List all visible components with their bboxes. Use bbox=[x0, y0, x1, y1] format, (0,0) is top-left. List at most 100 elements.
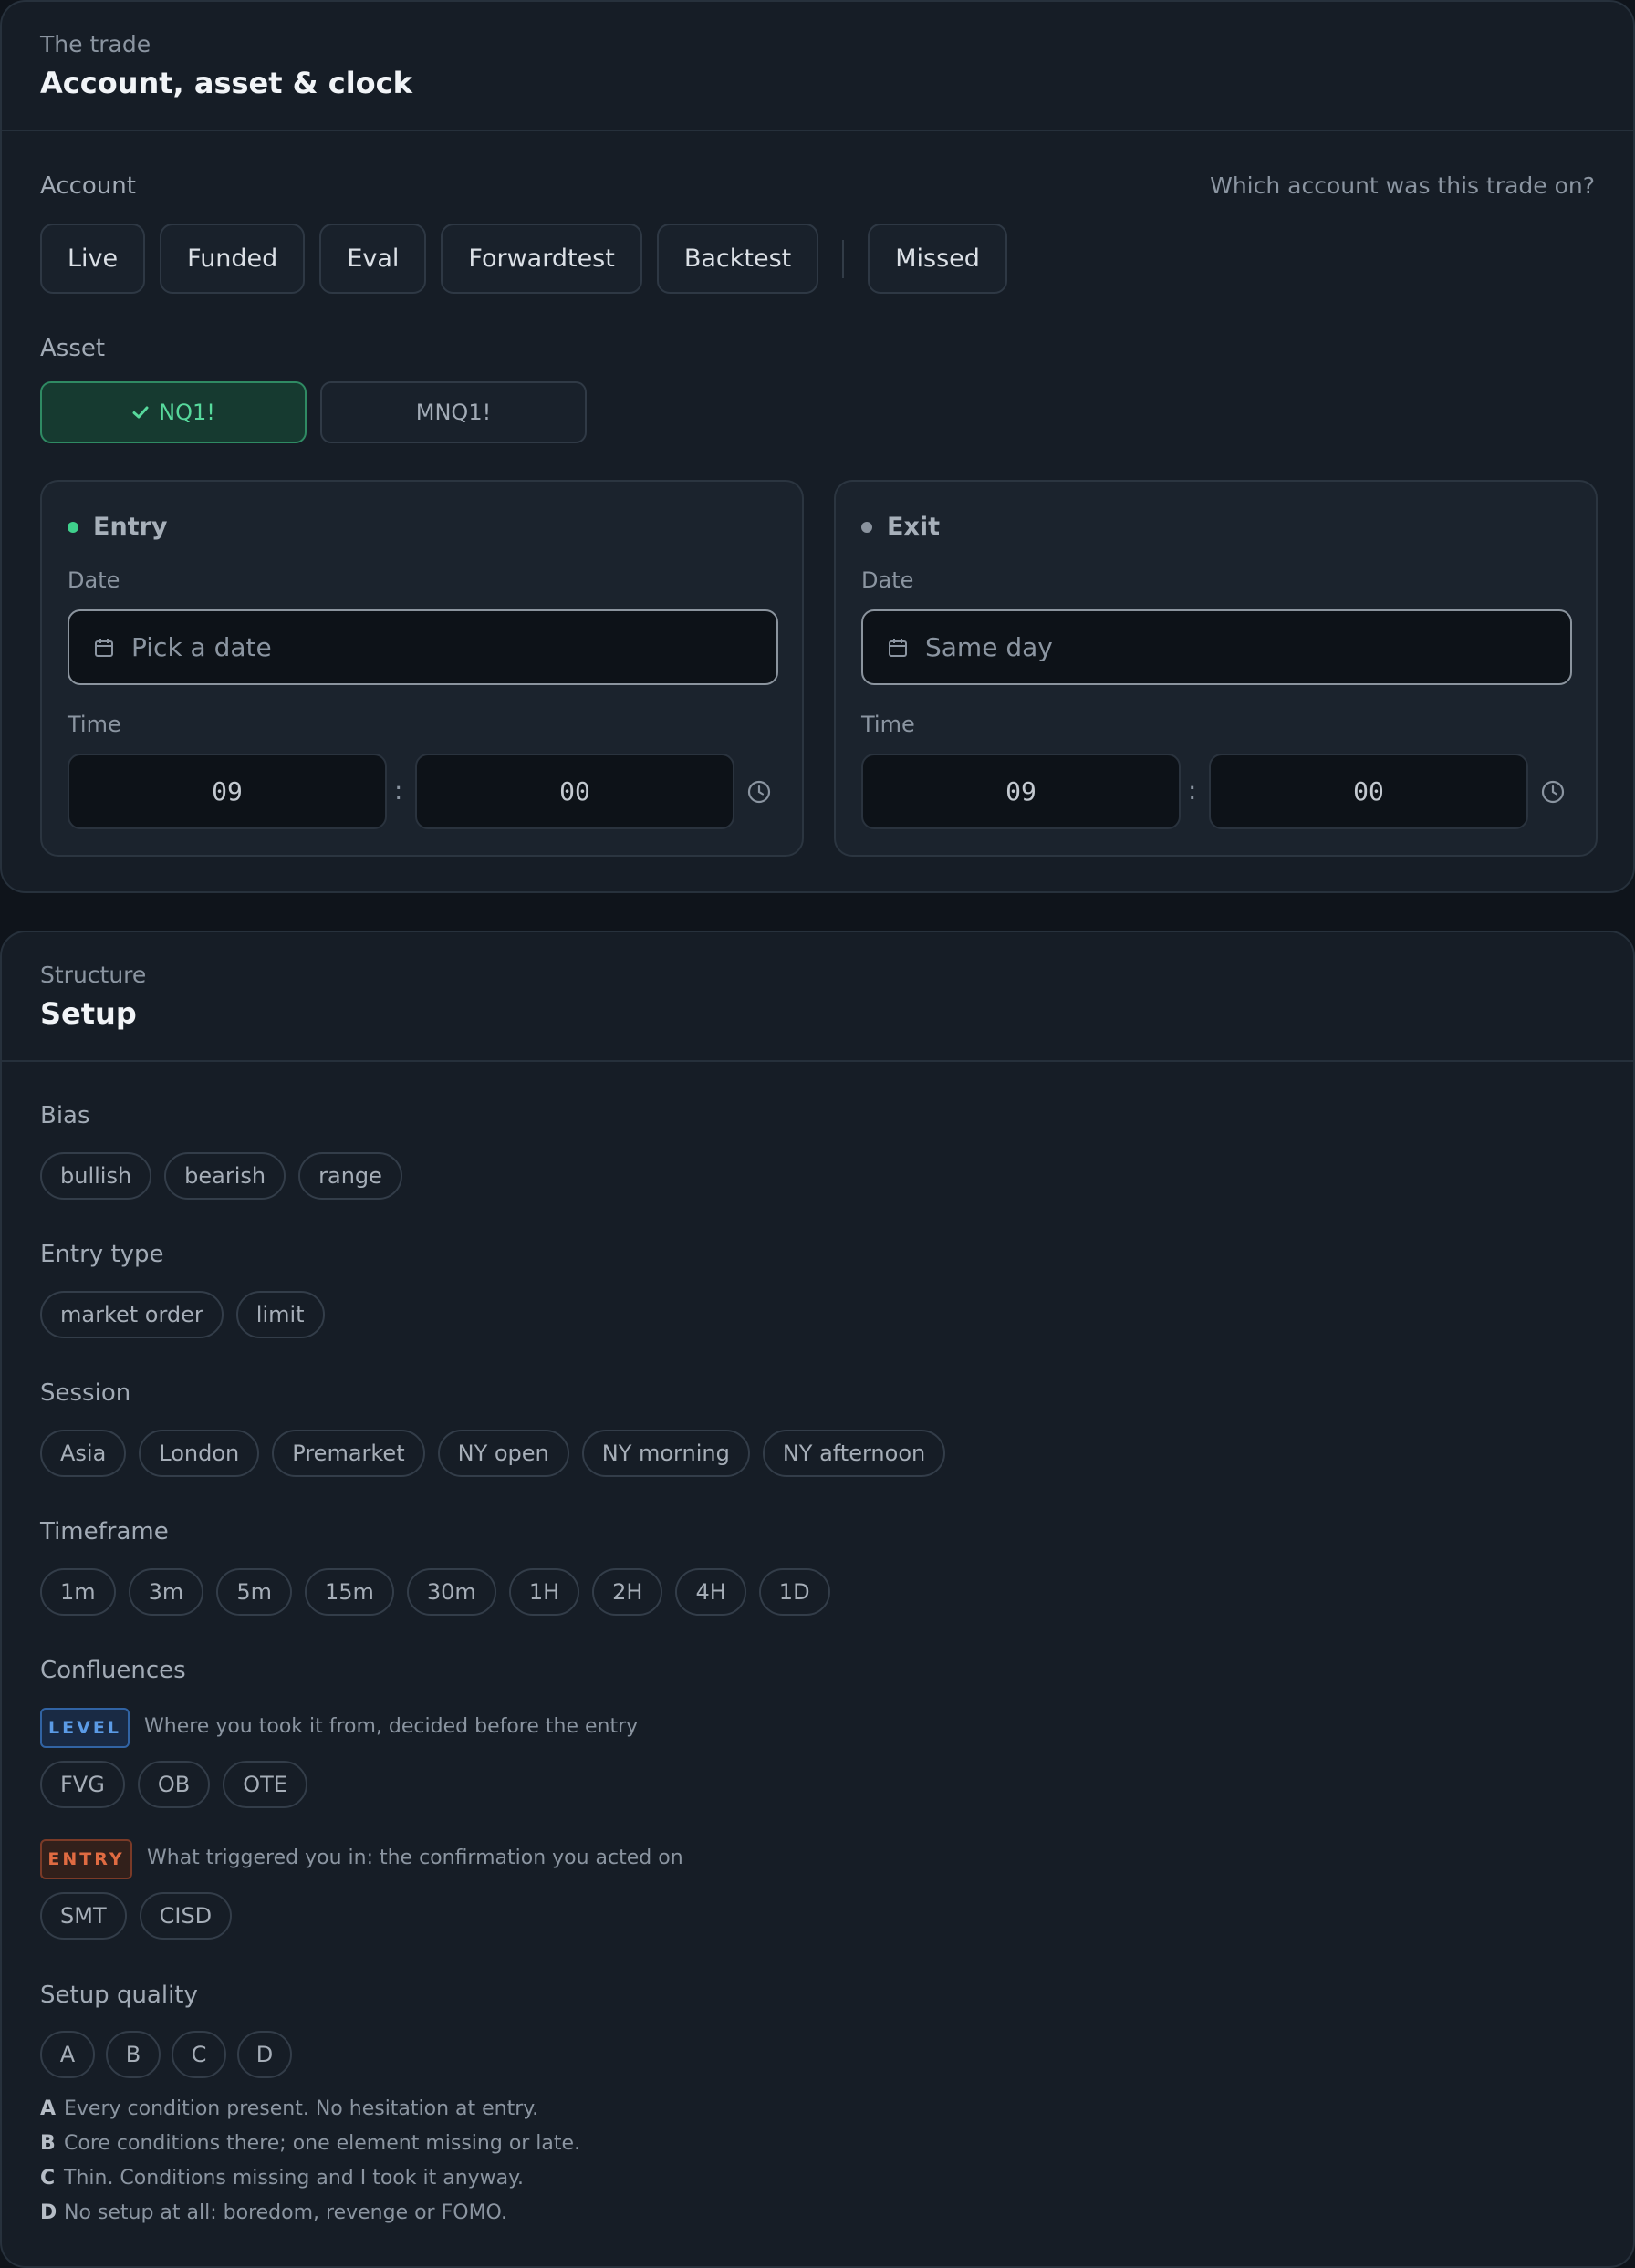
timeframe-label: Timeframe bbox=[40, 1518, 169, 1545]
entry-hour-input[interactable]: 09 bbox=[68, 754, 387, 829]
asset-label: Asset bbox=[40, 335, 106, 362]
clock-icon[interactable] bbox=[746, 779, 772, 805]
level-options: FVG OB OTE bbox=[40, 1761, 320, 1808]
session-premarket-chip[interactable]: Premarket bbox=[272, 1430, 425, 1477]
entry-type-market-order-chip[interactable]: market order bbox=[40, 1291, 224, 1338]
entry-panel: Entry Date Pick a date Time 09 : 00 bbox=[40, 480, 804, 857]
trade-card-header: The trade Account, asset & clock bbox=[2, 2, 1633, 131]
trade-title: Account, asset & clock bbox=[40, 66, 412, 100]
session-options: Asia London Premarket NY open NY morning… bbox=[40, 1430, 958, 1477]
timeframe-options: 1m 3m 5m 15m 30m 1H 2H 4H 1D bbox=[40, 1568, 843, 1616]
entry-minute-input[interactable]: 00 bbox=[415, 754, 734, 829]
account-funded-button[interactable]: Funded bbox=[160, 224, 306, 294]
trade-eyebrow: The trade bbox=[40, 31, 151, 57]
timeframe-2h-chip[interactable]: 2H bbox=[592, 1568, 663, 1616]
session-london-chip[interactable]: London bbox=[139, 1430, 260, 1477]
level-tag: LEVEL bbox=[40, 1708, 130, 1748]
entry-date-placeholder: Pick a date bbox=[131, 632, 272, 662]
account-label: Account bbox=[40, 172, 136, 200]
entry-trigger-description: What triggered you in: the confirmation … bbox=[147, 1847, 683, 1869]
setup-quality-label: Setup quality bbox=[40, 1982, 198, 2009]
quality-legend-key: C bbox=[40, 2167, 56, 2190]
level-ote-chip[interactable]: OTE bbox=[223, 1761, 307, 1808]
entry-type-options: market order limit bbox=[40, 1291, 338, 1338]
check-icon bbox=[132, 406, 149, 419]
timeframe-1m-chip[interactable]: 1m bbox=[40, 1568, 116, 1616]
bias-bearish-chip[interactable]: bearish bbox=[164, 1152, 286, 1200]
session-asia-chip[interactable]: Asia bbox=[40, 1430, 127, 1477]
quality-legend-item: A Every condition present. No hesitation… bbox=[40, 2097, 538, 2120]
exit-hour-input[interactable]: 09 bbox=[861, 754, 1181, 829]
setup-card-header: Structure Setup bbox=[2, 932, 1633, 1062]
account-eval-button[interactable]: Eval bbox=[319, 224, 427, 294]
entry-time-separator: : bbox=[394, 775, 403, 806]
quality-legend-item: C Thin. Conditions missing and I took it… bbox=[40, 2167, 524, 2190]
level-fvg-chip[interactable]: FVG bbox=[40, 1761, 125, 1808]
session-ny-open-chip[interactable]: NY open bbox=[437, 1430, 569, 1477]
setup-eyebrow: Structure bbox=[40, 962, 147, 988]
account-backtest-button[interactable]: Backtest bbox=[656, 224, 819, 294]
timeframe-15m-chip[interactable]: 15m bbox=[304, 1568, 394, 1616]
session-label: Session bbox=[40, 1379, 131, 1407]
quality-legend-text: No setup at all: boredom, revenge or FOM… bbox=[64, 2201, 507, 2224]
timeframe-1d-chip[interactable]: 1D bbox=[758, 1568, 830, 1616]
quality-legend-key: A bbox=[40, 2097, 57, 2120]
level-description: Where you took it from, decided before t… bbox=[144, 1715, 639, 1738]
entry-title: Entry bbox=[93, 513, 168, 541]
account-helper: Which account was this trade on? bbox=[1210, 172, 1595, 199]
exit-minute-input[interactable]: 00 bbox=[1209, 754, 1528, 829]
asset-mnq1-button[interactable]: MNQ1! bbox=[320, 381, 587, 443]
entry-status-dot bbox=[68, 521, 78, 533]
entry-cisd-chip[interactable]: CISD bbox=[139, 1892, 233, 1940]
timeframe-5m-chip[interactable]: 5m bbox=[216, 1568, 292, 1616]
quality-d-chip[interactable]: D bbox=[237, 2031, 292, 2078]
entry-date-label: Date bbox=[68, 567, 120, 593]
account-missed-button[interactable]: Missed bbox=[868, 224, 1007, 294]
bias-options: bullish bearish range bbox=[40, 1152, 415, 1200]
exit-date-placeholder: Same day bbox=[925, 632, 1053, 662]
exit-title: Exit bbox=[887, 513, 941, 541]
quality-c-chip[interactable]: C bbox=[172, 2031, 226, 2078]
calendar-icon bbox=[889, 638, 907, 657]
exit-date-input[interactable]: Same day bbox=[861, 609, 1572, 685]
account-live-button[interactable]: Live bbox=[40, 224, 146, 294]
account-forwardtest-button[interactable]: Forwardtest bbox=[441, 224, 642, 294]
asset-mnq1-label: MNQ1! bbox=[415, 400, 492, 425]
timeframe-30m-chip[interactable]: 30m bbox=[406, 1568, 496, 1616]
account-divider bbox=[842, 239, 845, 278]
setup-card: Structure Setup Bias bullish bearish ran… bbox=[0, 931, 1635, 2268]
entry-date-input[interactable]: Pick a date bbox=[68, 609, 778, 685]
timeframe-3m-chip[interactable]: 3m bbox=[128, 1568, 204, 1616]
bias-bullish-chip[interactable]: bullish bbox=[40, 1152, 152, 1200]
timeframe-4h-chip[interactable]: 4H bbox=[675, 1568, 746, 1616]
quality-a-chip[interactable]: A bbox=[40, 2031, 95, 2078]
entry-panel-header: Entry bbox=[68, 513, 168, 541]
exit-date-label: Date bbox=[861, 567, 914, 593]
setup-quality-options: A B C D bbox=[40, 2031, 303, 2078]
session-ny-morning-chip[interactable]: NY morning bbox=[581, 1430, 750, 1477]
quality-legend-key: D bbox=[40, 2201, 57, 2224]
entry-smt-chip[interactable]: SMT bbox=[40, 1892, 127, 1940]
clock-icon[interactable] bbox=[1540, 779, 1566, 805]
entry-trigger-options: SMT CISD bbox=[40, 1892, 245, 1940]
trade-card: The trade Account, asset & clock Account… bbox=[0, 0, 1635, 893]
asset-nq1-button[interactable]: NQ1! bbox=[40, 381, 307, 443]
bias-range-chip[interactable]: range bbox=[298, 1152, 402, 1200]
asset-nq1-label: NQ1! bbox=[159, 400, 215, 425]
timeframe-1h-chip[interactable]: 1H bbox=[508, 1568, 580, 1616]
bias-label: Bias bbox=[40, 1102, 90, 1129]
quality-legend-text: Core conditions there; one element missi… bbox=[64, 2132, 581, 2155]
exit-time-label: Time bbox=[861, 712, 915, 737]
level-ob-chip[interactable]: OB bbox=[137, 1761, 211, 1808]
calendar-icon bbox=[95, 638, 113, 657]
session-ny-afternoon-chip[interactable]: NY afternoon bbox=[762, 1430, 946, 1477]
exit-panel: Exit Date Same day Time 09 : 00 bbox=[834, 480, 1598, 857]
entry-type-limit-chip[interactable]: limit bbox=[235, 1291, 325, 1338]
account-selector: Live Funded Eval Forwardtest Backtest Mi… bbox=[40, 224, 1022, 294]
exit-panel-header: Exit bbox=[861, 513, 940, 541]
exit-status-dot bbox=[861, 521, 872, 533]
quality-b-chip[interactable]: B bbox=[106, 2031, 161, 2078]
quality-legend-text: Every condition present. No hesitation a… bbox=[64, 2097, 539, 2120]
quality-legend-item: B Core conditions there; one element mis… bbox=[40, 2132, 580, 2155]
entry-tag: ENTRY bbox=[40, 1839, 132, 1879]
